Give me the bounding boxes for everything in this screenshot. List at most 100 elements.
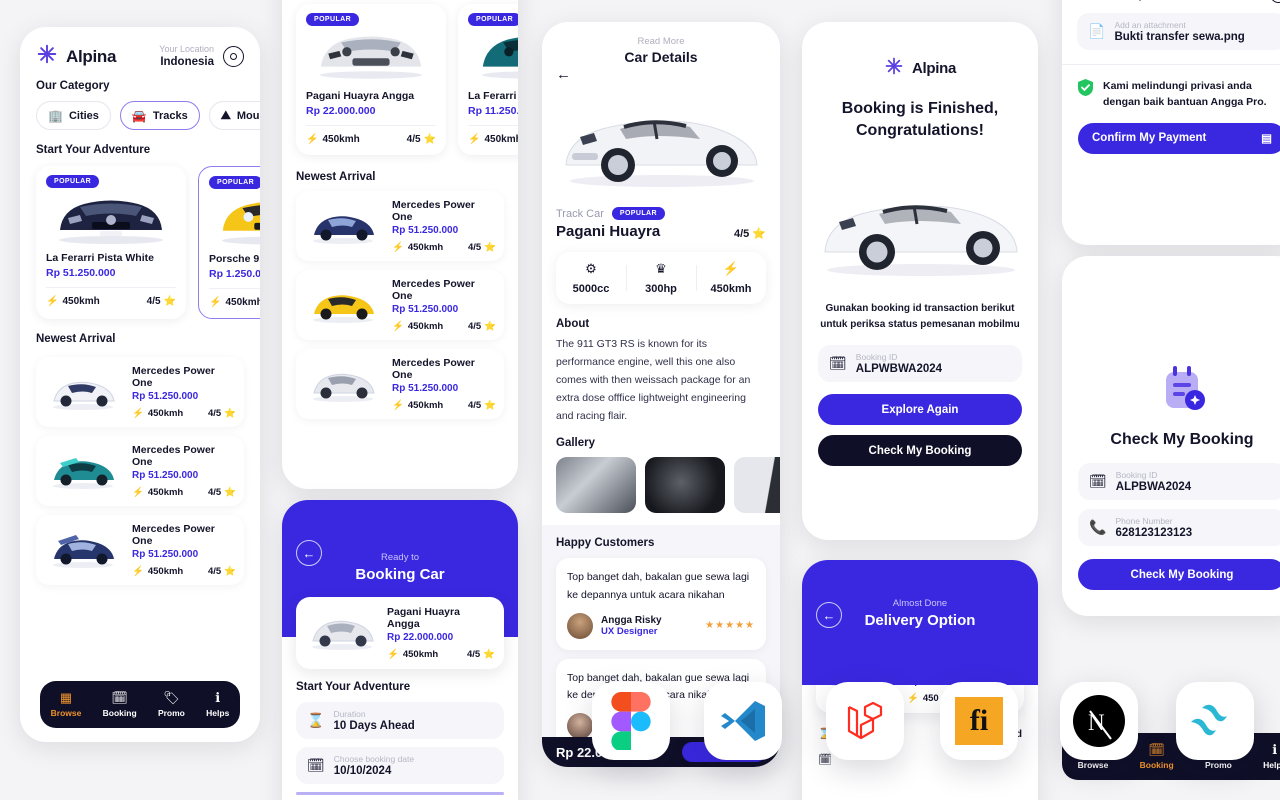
- vscode-icon-tile[interactable]: [704, 682, 782, 760]
- car-speed: ⚡ 450kmh: [468, 134, 518, 145]
- confirm-payment-button[interactable]: Confirm My Payment ▤: [1078, 122, 1280, 154]
- laravel-icon-tile[interactable]: [826, 682, 904, 760]
- list-item[interactable]: Mercedes Power One Rp 51.250.000 ⚡ 450kmh…: [296, 191, 504, 261]
- car-rating: 4/5 ⭐: [207, 487, 236, 498]
- booking-date-field[interactable]: 🗓 Choose booking date 10/10/2024: [296, 747, 504, 784]
- bolt-icon: ⚡: [387, 649, 399, 660]
- car-card[interactable]: POPULAR Pagani Huayra Angga Rp 22.000.00…: [296, 4, 446, 155]
- duration-field[interactable]: ⌛ Duration 10 Days Ahead: [296, 702, 504, 739]
- field-value: Bukti transfer sewa.png: [1114, 31, 1245, 43]
- booking-id-field[interactable]: 🗓 Booking ID ALPBWA2024: [1078, 463, 1280, 500]
- tab-booking[interactable]: 🗓 Booking: [103, 691, 137, 718]
- gallery-photo[interactable]: [734, 457, 780, 514]
- booking-id-icon: 🗓: [1089, 473, 1107, 489]
- adventure-cards: POPULAR La Ferarri Pista White Rp 51.250…: [36, 166, 260, 319]
- category-title: Our Category: [36, 80, 110, 92]
- car-icon: 🚘: [131, 108, 147, 123]
- popular-badge: POPULAR: [46, 175, 100, 188]
- shield-check-icon: [1077, 78, 1094, 97]
- star-icon: ⭐: [163, 296, 176, 307]
- bolt-icon: ⚡: [306, 134, 319, 145]
- booking-kicker: Ready to: [380, 552, 420, 563]
- explore-again-button[interactable]: Explore Again: [818, 394, 1022, 426]
- location-pin-icon[interactable]: [223, 46, 244, 67]
- chip-label: Mountain: [236, 109, 260, 122]
- location-label: Your Location: [159, 43, 214, 54]
- car-card[interactable]: POPULAR La Ferarri Pista White Rp 51.250…: [36, 166, 186, 319]
- car-name: Mercedes Power One: [392, 199, 475, 223]
- booking-id-field[interactable]: 🗓 Booking ID ALPWBWA2024: [818, 345, 1022, 383]
- specs-row: ⚙ 5000cc ♛ 300hp ⚡ 450kmh: [556, 252, 766, 304]
- car-thumb: [44, 526, 122, 574]
- star-icon: ⭐: [224, 487, 236, 498]
- spec-power: ♛ 300hp: [626, 261, 696, 295]
- bottom-tabbar: ▦ Browse 🗓 Booking 🏷 Promo ℹ Helps: [40, 681, 240, 728]
- car-image: [802, 147, 1038, 297]
- car-thumb: [304, 202, 382, 250]
- star-icon: ⭐: [484, 321, 496, 332]
- bolt-icon: ⚡: [722, 261, 740, 276]
- avatar: [567, 713, 593, 740]
- list-item[interactable]: Mercedes Power One Rp 51.250.000 ⚡ 450kmh…: [296, 349, 504, 419]
- selected-car-card[interactable]: Pagani Huayra Angga Rp 22.000.000 ⚡ 450km…: [296, 597, 504, 669]
- gallery-photo[interactable]: [556, 457, 636, 514]
- star-icon: ⭐: [224, 408, 236, 419]
- car-speed: ⚡ 450kmh: [132, 408, 184, 419]
- back-button[interactable]: ←: [816, 602, 842, 628]
- city-icon: 🏢: [48, 108, 63, 123]
- car-card[interactable]: POPULAR La Ferarri Pista Rp 11.250.000 ⚡…: [458, 4, 518, 155]
- field-divider: [296, 792, 504, 795]
- booking-calendar-icon: [1062, 256, 1280, 418]
- tab-helps[interactable]: ℹ Helps: [1263, 743, 1280, 770]
- brand-name: Alpina: [911, 60, 957, 77]
- calendar-icon: 🗓: [111, 690, 128, 705]
- star-icon: ⭐: [224, 566, 236, 577]
- phone-number-field[interactable]: 📞 Phone Number 628123123123: [1078, 509, 1280, 546]
- card-icon: ▤: [1261, 133, 1272, 146]
- about-title: About: [556, 318, 590, 330]
- tab-promo[interactable]: 🏷 Promo: [158, 691, 185, 718]
- car-rating: 4/5 ⭐: [467, 400, 496, 411]
- delivery-hero: ← Almost Done Delivery Option: [802, 560, 1038, 685]
- field-label: Add an attachment: [1114, 20, 1186, 30]
- car-name: La Ferarri Pista White: [46, 252, 154, 264]
- list-item[interactable]: Mercedes Power One Rp 51.250.000 ⚡ 450kmh…: [36, 436, 244, 506]
- chevron-down-icon[interactable]: ▼: [1270, 0, 1280, 3]
- car-title-row: Track Car POPULAR Pagani Huayra 4/5 ⭐: [542, 207, 780, 240]
- brand: Alpina: [802, 22, 1038, 81]
- car-speed: ⚡ 450kmh: [209, 297, 260, 308]
- tab-browse[interactable]: ▦ Browse: [51, 691, 82, 718]
- bolt-icon: ⚡: [132, 408, 144, 419]
- check-booking-button[interactable]: Check My Booking: [1078, 559, 1280, 590]
- tailwind-icon-tile[interactable]: [1176, 682, 1254, 760]
- chip-cities[interactable]: 🏢 Cities: [36, 101, 111, 130]
- tab-helps[interactable]: ℹ Helps: [206, 691, 229, 718]
- star-icon: ⭐: [484, 400, 496, 411]
- chip-tracks[interactable]: 🚘 Tracks: [119, 101, 200, 130]
- mountain-icon: ⛰: [220, 108, 231, 122]
- nextjs-icon-tile[interactable]: N: [1060, 682, 1138, 760]
- check-my-booking-button[interactable]: Check My Booking: [818, 435, 1022, 467]
- list-item[interactable]: Mercedes Power One Rp 51.250.000 ⚡ 450kmh…: [36, 357, 244, 427]
- calendar-icon: 🗓: [1148, 742, 1165, 757]
- tab-booking[interactable]: 🗓 Booking: [1140, 743, 1174, 770]
- attachment-field[interactable]: 📄 Add an attachment Bukti transfer sewa.…: [1077, 13, 1280, 50]
- car-price: Rp 51.250.000: [132, 391, 199, 402]
- gallery-photo[interactable]: [645, 457, 725, 514]
- car-card[interactable]: POPULAR Porsche 911 Turbo R: [198, 166, 260, 319]
- back-button[interactable]: ←: [296, 540, 322, 566]
- brand-name: Alpina: [66, 46, 117, 66]
- car-price: Rp 51.250.000: [392, 383, 459, 394]
- car-speed: ⚡ 450kmh: [392, 242, 444, 253]
- info-icon: ℹ: [215, 690, 221, 705]
- chip-mountain[interactable]: ⛰ Mountain: [208, 101, 260, 130]
- field-label: Booking ID: [1115, 470, 1158, 480]
- list-item[interactable]: Mercedes Power One Rp 51.250.000 ⚡ 450kmh…: [36, 515, 244, 585]
- about-text: The 911 GT3 RS is known for its performa…: [556, 338, 751, 423]
- firebase-icon-tile[interactable]: fi: [940, 682, 1018, 760]
- figma-icon-tile[interactable]: [592, 682, 670, 760]
- list-item[interactable]: Mercedes Power One Rp 51.250.000 ⚡ 450kmh…: [296, 270, 504, 340]
- car-name: Mercedes Power One: [392, 357, 475, 381]
- chip-label: Cities: [68, 109, 99, 122]
- back-button[interactable]: ←: [556, 66, 571, 83]
